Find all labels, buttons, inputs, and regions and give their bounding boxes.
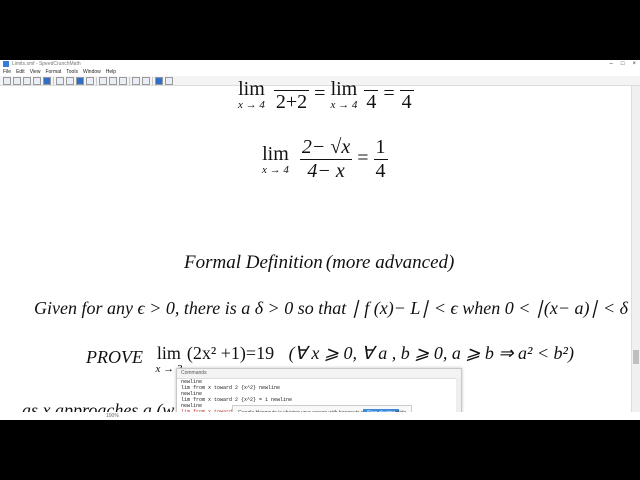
new-doc-icon[interactable] <box>56 76 64 85</box>
formal-definition: Given for any ϵ > 0, there is a δ > 0 so… <box>34 298 629 318</box>
menu-format[interactable]: Format <box>45 68 61 76</box>
fraction: 2− √x 4− x <box>299 136 353 182</box>
redo-icon[interactable] <box>142 76 150 85</box>
vertical-scrollbar[interactable] <box>631 86 640 420</box>
toolbar-divider <box>96 76 97 85</box>
copy-icon[interactable] <box>109 76 117 85</box>
fraction: 4 <box>364 76 379 114</box>
menu-help[interactable]: Help <box>106 68 116 76</box>
status-bar: 100% <box>0 412 640 420</box>
cut-icon[interactable] <box>99 76 107 85</box>
paste-icon[interactable] <box>119 76 127 85</box>
fraction: 2+2 <box>273 76 310 114</box>
equals-sign: = <box>383 82 395 105</box>
limit-operator: lim x → 4 <box>238 78 265 111</box>
menu-view[interactable]: View <box>30 68 41 76</box>
print-icon[interactable] <box>86 76 94 85</box>
window-controls: – □ × <box>610 60 636 68</box>
app-icon <box>3 61 9 67</box>
minimize-button[interactable]: – <box>610 60 613 68</box>
limit-operator: lim x → 4 <box>330 78 358 111</box>
equals-sign: = <box>314 82 326 105</box>
undo-icon[interactable] <box>132 76 140 85</box>
menu-bar: File Edit View Format Tools Window Help <box>0 68 640 76</box>
menu-window[interactable]: Window <box>83 68 101 76</box>
cursor-icon[interactable] <box>23 76 31 85</box>
help-icon[interactable] <box>155 76 163 85</box>
close-button[interactable]: × <box>632 60 636 68</box>
section-heading: Formal Definition (more advanced) <box>184 252 455 273</box>
fraction: 1 4 <box>373 136 388 182</box>
zoom-in-icon[interactable] <box>3 76 11 85</box>
menu-file[interactable]: File <box>3 68 11 76</box>
equation-line-2: lim x → 4 2− √x 4− x = 1 4 <box>262 136 388 183</box>
zoom-level: 100% <box>106 413 119 419</box>
toolbar-divider <box>129 76 130 85</box>
scrollbar-thumb[interactable] <box>633 350 639 364</box>
toolbar-divider <box>152 76 153 85</box>
pen-icon[interactable] <box>33 76 41 85</box>
limit-operator: lim x → 4 <box>262 142 289 176</box>
equation-line-1: lim x → 4 2+2 = lim x → 4 4 = 4 <box>238 76 414 114</box>
zoom-out-icon[interactable] <box>13 76 21 85</box>
menu-tools[interactable]: Tools <box>66 68 78 76</box>
select-icon[interactable] <box>43 76 51 85</box>
commands-panel-title: Commands <box>177 369 461 379</box>
open-icon[interactable] <box>66 76 74 85</box>
app-window: Limits.smf - SpeedCrunchMath – □ × File … <box>0 60 640 420</box>
toolbar-divider <box>53 76 54 85</box>
fraction: 4 <box>399 76 414 114</box>
maximize-button[interactable]: □ <box>621 60 625 68</box>
window-title: Limits.smf - SpeedCrunchMath <box>12 61 81 67</box>
equals-sign: = <box>357 147 369 170</box>
save-icon[interactable] <box>76 76 84 85</box>
info-icon[interactable] <box>165 76 173 85</box>
menu-edit[interactable]: Edit <box>16 68 25 76</box>
